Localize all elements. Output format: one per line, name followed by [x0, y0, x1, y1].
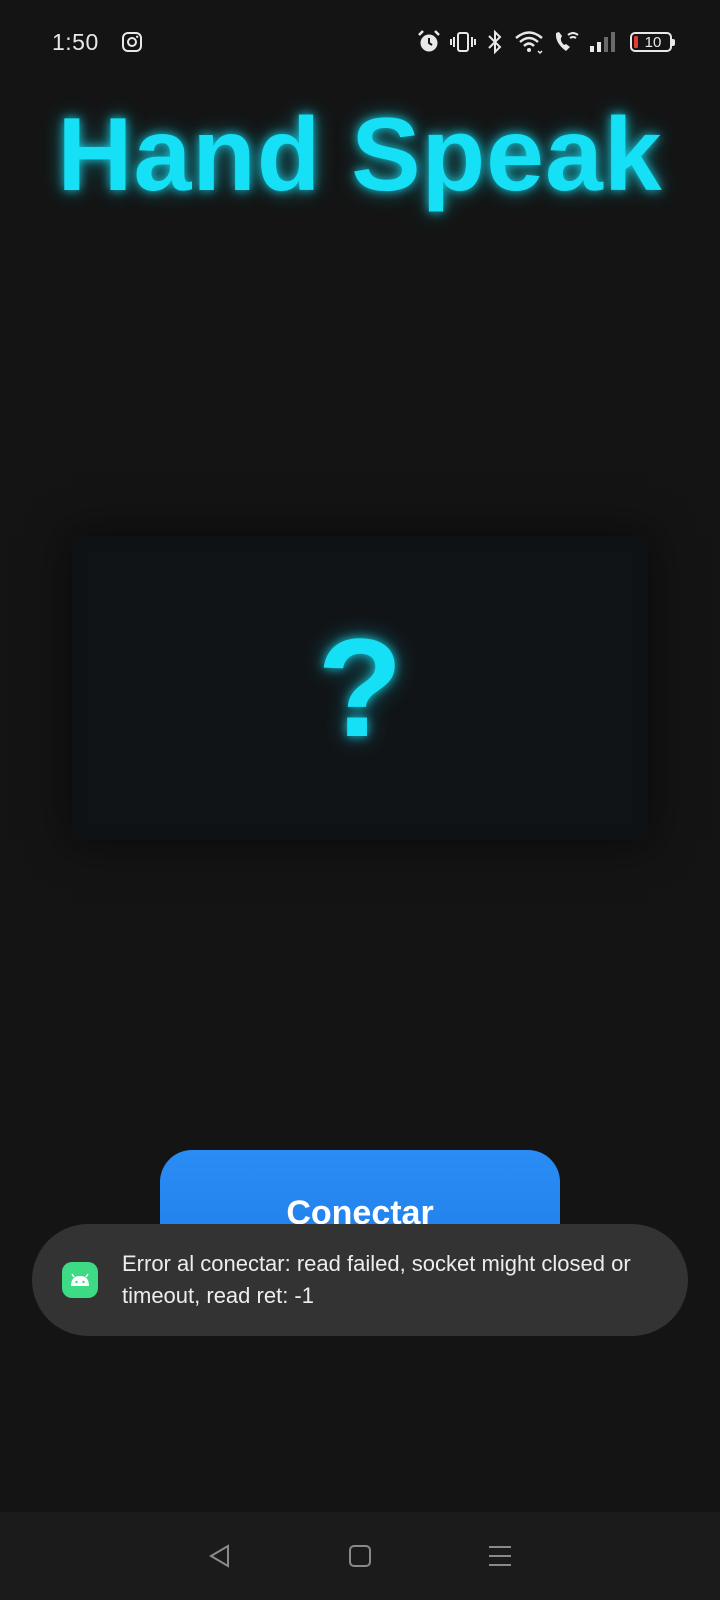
instagram-icon [121, 27, 143, 57]
bluetooth-icon [484, 27, 506, 57]
toast-message: Error al conectar: read failed, socket m… [122, 1251, 631, 1308]
menu-lines-icon[interactable] [476, 1532, 524, 1580]
wifi-calling-icon [552, 27, 580, 57]
status-bar: 1:50 10 [0, 0, 720, 84]
back-triangle-icon[interactable] [196, 1532, 244, 1580]
alarm-icon [416, 27, 442, 57]
translation-display: ? [88, 552, 632, 824]
app-title: Hand Speak [57, 97, 663, 213]
battery-level: 10 [644, 33, 662, 51]
error-toast: Error al conectar: read failed, socket m… [32, 1224, 688, 1336]
battery-icon: 10 [630, 32, 675, 52]
navigation-bar [0, 1512, 720, 1600]
home-square-icon[interactable] [336, 1532, 384, 1580]
vibrate-icon [450, 27, 476, 57]
android-icon [62, 1262, 98, 1298]
status-right: 10 [416, 27, 675, 57]
signal-icon [588, 27, 616, 57]
display-text: ? [317, 609, 403, 766]
battery-low-indicator [634, 36, 638, 48]
wifi-icon [514, 27, 544, 57]
status-time: 1:50 [52, 28, 99, 55]
status-left: 1:50 [52, 27, 143, 57]
